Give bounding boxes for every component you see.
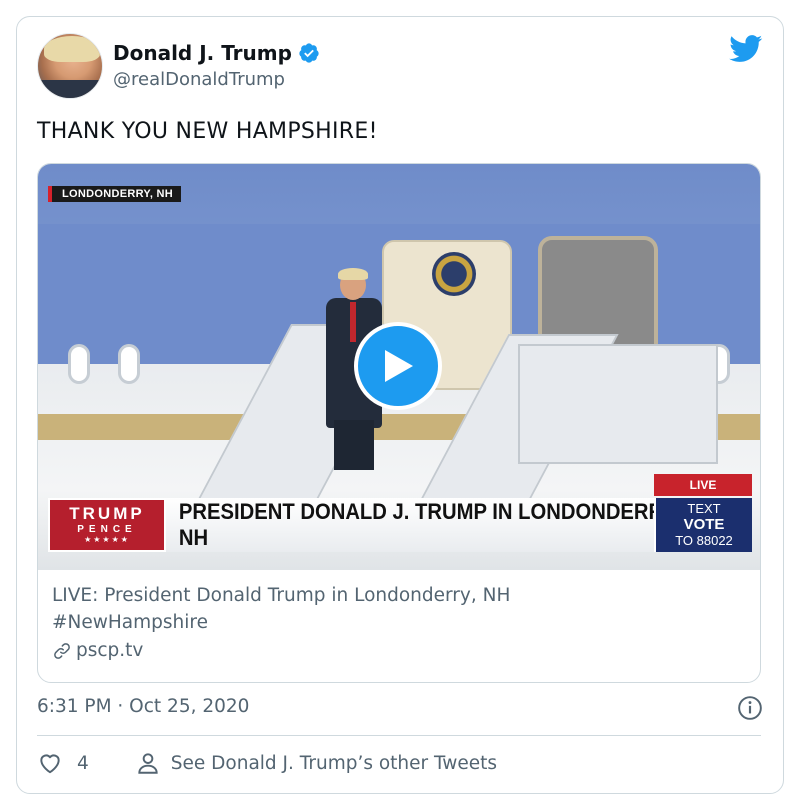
link-card[interactable]: LONDONDERRY, NH LIVE TRUMP PENCE ★★★★★ P…: [37, 163, 761, 683]
text-vote-box: TEXT VOTE TO 88022: [654, 498, 752, 552]
tweet-card: Donald J. Trump @realDonaldTrump THANK Y…: [16, 16, 784, 794]
link-domain: pscp.tv: [76, 640, 144, 661]
see-other-tweets-link[interactable]: See Donald J. Trump’s other Tweets: [135, 750, 497, 776]
heart-icon[interactable]: [37, 750, 63, 776]
presidential-seal: [432, 252, 476, 296]
author-name-row[interactable]: Donald J. Trump: [113, 41, 320, 65]
tweet-text: THANK YOU NEW HAMPSHIRE!: [37, 119, 378, 144]
link-card-info[interactable]: LIVE: President Donald Trump in Londonde…: [52, 582, 742, 661]
twitter-bird-icon[interactable]: [729, 35, 763, 63]
link-title-line2: #NewHampshire: [52, 612, 208, 633]
tweet-timestamp[interactable]: 6:31 PM · Oct 25, 2020: [37, 696, 249, 717]
play-button[interactable]: [354, 322, 442, 410]
location-tag: LONDONDERRY, NH: [48, 186, 182, 202]
link-icon: [54, 642, 70, 659]
broadcast-headline: PRESIDENT DONALD J. TRUMP IN LONDONDERRY…: [166, 498, 706, 552]
link-title-line1: LIVE: President Donald Trump in Londonde…: [52, 585, 511, 606]
link-domain-row: pscp.tv: [52, 640, 742, 661]
video-player[interactable]: LONDONDERRY, NH LIVE TRUMP PENCE ★★★★★ P…: [38, 164, 760, 570]
avatar[interactable]: [37, 33, 103, 99]
author-display-name[interactable]: Donald J. Trump: [113, 41, 292, 65]
tweet-actions: 4 See Donald J. Trump’s other Tweets: [37, 750, 497, 776]
person-icon: [138, 753, 158, 774]
divider: [37, 735, 761, 736]
broadcast-lower-third: TRUMP PENCE ★★★★★ PRESIDENT DONALD J. TR…: [48, 498, 752, 552]
play-icon: [385, 350, 413, 382]
live-badge: LIVE: [654, 474, 752, 496]
author-handle[interactable]: @realDonaldTrump: [113, 69, 285, 90]
verified-badge-icon: [299, 43, 319, 63]
like-count[interactable]: 4: [77, 753, 89, 774]
info-icon[interactable]: [737, 695, 763, 721]
see-other-tweets-label: See Donald J. Trump’s other Tweets: [170, 752, 498, 774]
campaign-logo: TRUMP PENCE ★★★★★: [48, 498, 166, 552]
